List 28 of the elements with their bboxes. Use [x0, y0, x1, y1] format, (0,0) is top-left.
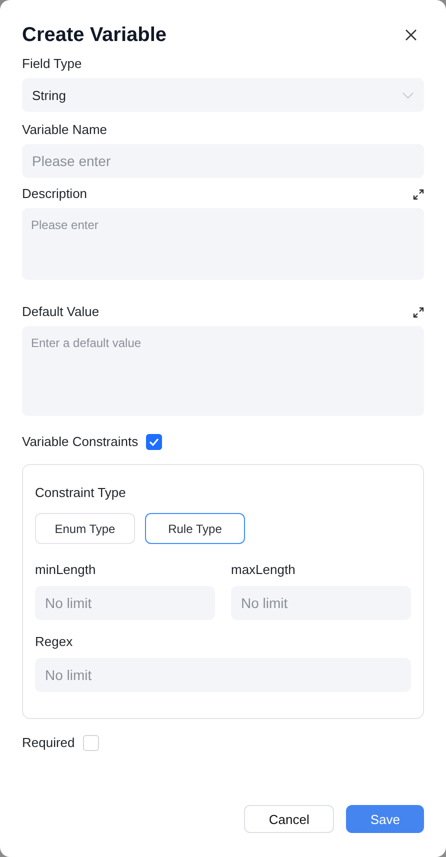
expand-icon[interactable] [413, 306, 424, 318]
input-field[interactable]: No limit [231, 586, 411, 620]
field-label: Field Type [22, 56, 83, 72]
expand-icon[interactable] [413, 188, 424, 200]
field-label: minLength [35, 562, 97, 578]
input-field[interactable]: No limit [35, 658, 411, 692]
field-label: Regex [35, 634, 74, 650]
field-label: Description [22, 186, 88, 202]
constraints-label: Variable Constraints [22, 434, 138, 450]
checkmark-icon [149, 438, 160, 446]
checkbox[interactable] [146, 434, 162, 450]
dialog-title: Create Variable [22, 24, 167, 46]
input-field[interactable]: No limit [35, 586, 215, 620]
text-area[interactable]: Please enter [22, 208, 424, 280]
field-label: Default Value [22, 304, 100, 320]
field-label: Variable Name [22, 122, 108, 138]
chevron-down-icon [402, 92, 414, 98]
input-field[interactable]: Please enter [22, 144, 424, 178]
constraint-type-label: Constraint Type [35, 485, 127, 501]
field-label: maxLength [231, 562, 296, 578]
close-button[interactable] [404, 28, 418, 42]
constraint-type-option[interactable]: Enum Type [35, 513, 135, 544]
cancel-button[interactable]: Cancel [244, 805, 334, 833]
field-type-select[interactable]: String [22, 78, 424, 112]
constraint-type-option[interactable]: Rule Type [145, 513, 245, 544]
save-button[interactable]: Save [346, 805, 424, 833]
required-label: Required [22, 735, 75, 751]
text-area[interactable]: Enter a default value [22, 326, 424, 416]
